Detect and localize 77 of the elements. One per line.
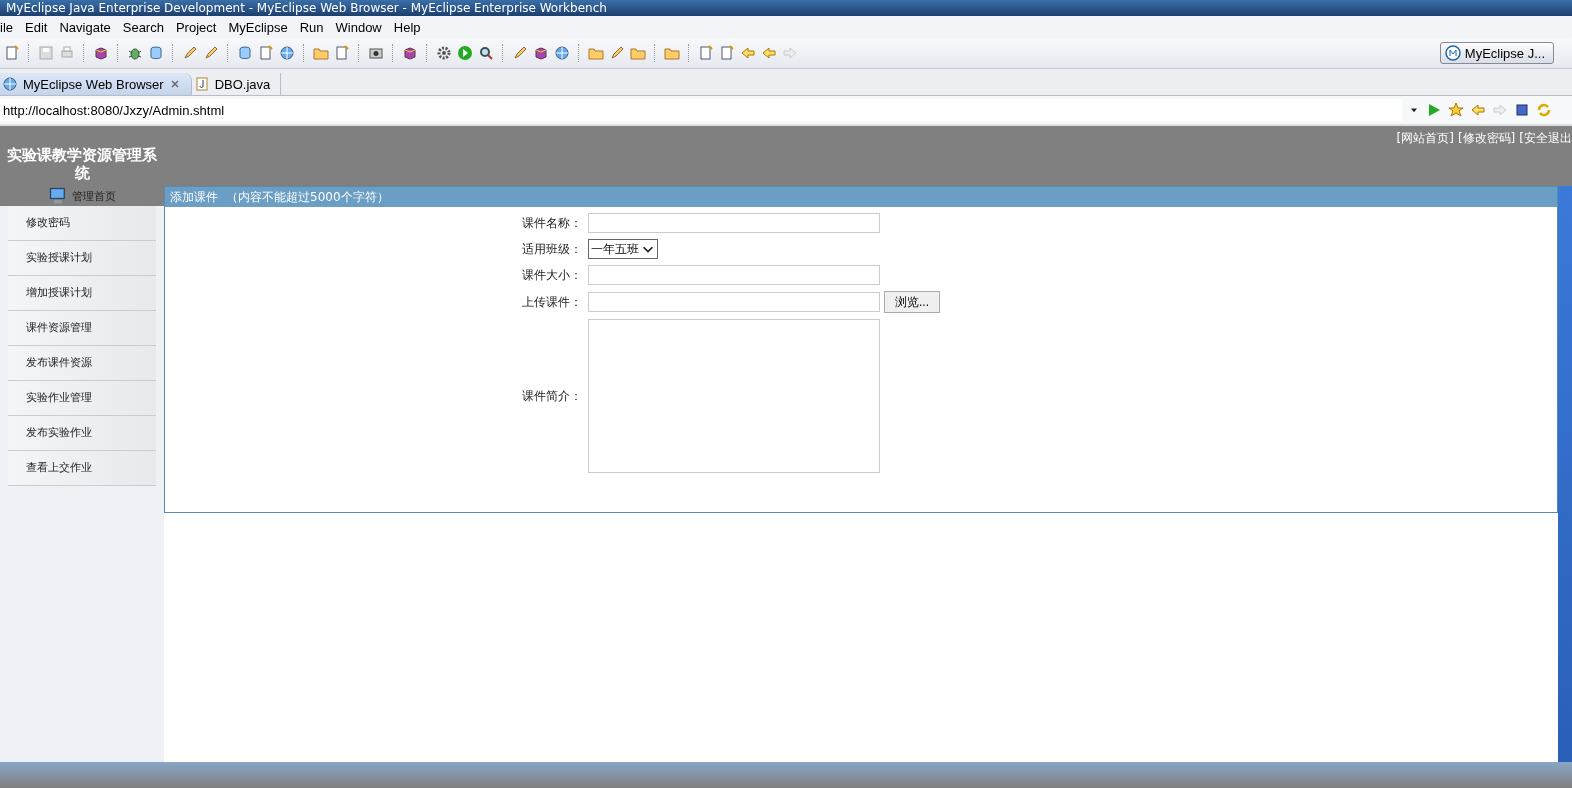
text-field[interactable] xyxy=(588,265,880,285)
browse-button[interactable]: 浏览... xyxy=(884,291,940,313)
gear-icon[interactable] xyxy=(436,45,452,61)
field-label: 课件简介： xyxy=(521,387,582,405)
field-label: 课件大小： xyxy=(521,266,582,284)
new-file-icon[interactable] xyxy=(4,45,20,61)
arrow-left-icon[interactable] xyxy=(761,45,777,61)
menu-item[interactable]: Project xyxy=(169,19,223,35)
address-field[interactable]: http://localhost:8080/Jxzy/Admin.shtml xyxy=(0,99,1402,121)
text-field[interactable] xyxy=(588,213,880,233)
folder-icon[interactable] xyxy=(313,45,329,61)
globe-icon[interactable] xyxy=(554,45,570,61)
field-label: 适用班级： xyxy=(521,240,582,258)
menu-item[interactable]: Navigate xyxy=(53,19,117,35)
box-icon[interactable] xyxy=(533,45,549,61)
sidebar-item[interactable]: 发布课件资源 xyxy=(8,346,156,381)
panel-title: 添加课件 xyxy=(170,188,218,206)
folder-icon[interactable] xyxy=(630,45,646,61)
menu-item[interactable]: Help xyxy=(387,19,427,35)
pencil-icon[interactable] xyxy=(609,45,625,61)
play-icon[interactable] xyxy=(457,45,473,61)
sidebar-item[interactable]: 课件资源管理 xyxy=(8,311,156,346)
save-icon[interactable] xyxy=(38,45,54,61)
pencil-icon[interactable] xyxy=(182,45,198,61)
print-icon[interactable] xyxy=(59,45,75,61)
file-path-field[interactable] xyxy=(588,292,880,312)
header-link[interactable]: [安全退出 xyxy=(1519,130,1572,186)
box-icon[interactable] xyxy=(402,45,418,61)
header-link[interactable]: [网站首页] xyxy=(1396,130,1454,186)
editor-tab[interactable]: MyEclipse Web Browser xyxy=(0,73,192,95)
java-file-icon[interactable] xyxy=(193,76,210,92)
globe-icon[interactable] xyxy=(2,76,18,92)
sidebar-item[interactable]: 发布实验作业 xyxy=(8,416,156,451)
bug-icon[interactable] xyxy=(127,45,143,61)
magnifier-icon[interactable] xyxy=(478,45,494,61)
play-icon[interactable] xyxy=(1426,102,1442,118)
arrow-left-icon[interactable] xyxy=(1470,102,1486,118)
site-title: 实验课教学资源管理系统 xyxy=(6,146,158,182)
sidebar-item[interactable]: 查看上交作业 xyxy=(8,451,156,486)
new-file-icon[interactable] xyxy=(334,45,350,61)
sidebar-item[interactable]: 实验授课计划 xyxy=(8,241,156,276)
stop-icon[interactable] xyxy=(1514,102,1530,118)
scrollbar[interactable] xyxy=(1558,186,1572,762)
class-select[interactable]: 一年五班 xyxy=(588,239,658,259)
star-icon[interactable] xyxy=(1448,102,1464,118)
computer-icon[interactable] xyxy=(48,186,68,206)
description-field[interactable] xyxy=(588,319,880,473)
arrow-left-icon[interactable] xyxy=(740,45,756,61)
pencil-icon[interactable] xyxy=(203,45,219,61)
menu-item[interactable]: Edit xyxy=(19,19,54,35)
window-title: MyEclipse Java Enterprise Development - MyEclipse Web Browser - MyEclipse Enterprise Workbench xyxy=(0,0,1572,16)
folder-icon[interactable] xyxy=(588,45,604,61)
menu-item[interactable]: Window xyxy=(329,19,388,35)
pencil-icon[interactable] xyxy=(512,45,528,61)
m-logo-icon[interactable] xyxy=(1444,45,1461,61)
menu-item[interactable]: ile xyxy=(0,19,19,35)
new-file-icon[interactable] xyxy=(258,45,274,61)
new-file-icon[interactable] xyxy=(698,45,714,61)
header-link[interactable]: [修改密码] xyxy=(1457,130,1516,186)
editor-tab[interactable]: DBO.java xyxy=(191,73,282,95)
panel-note: （内容不能超过5000个字符） xyxy=(226,188,389,206)
close-icon[interactable] xyxy=(168,78,181,90)
field-label: 课件名称： xyxy=(521,214,582,232)
menu-item[interactable]: Run xyxy=(293,19,330,35)
menu-item[interactable]: MyEclipse xyxy=(222,19,294,35)
field-label: 上传课件： xyxy=(521,293,582,311)
perspective-button[interactable]: MyEclipse J... xyxy=(1439,42,1554,64)
globe-icon[interactable] xyxy=(279,45,295,61)
new-file-icon[interactable] xyxy=(719,45,735,61)
refresh-icon[interactable] xyxy=(1536,102,1552,118)
camera-icon[interactable] xyxy=(368,45,384,61)
sidebar-item[interactable]: 实验作业管理 xyxy=(8,381,156,416)
box-icon[interactable] xyxy=(93,45,109,61)
sidebar-item[interactable]: 修改密码 xyxy=(8,206,156,241)
menu-item[interactable]: Search xyxy=(116,19,170,35)
folder-icon[interactable] xyxy=(664,45,680,61)
sidebar-item[interactable]: 增加授课计划 xyxy=(8,276,156,311)
